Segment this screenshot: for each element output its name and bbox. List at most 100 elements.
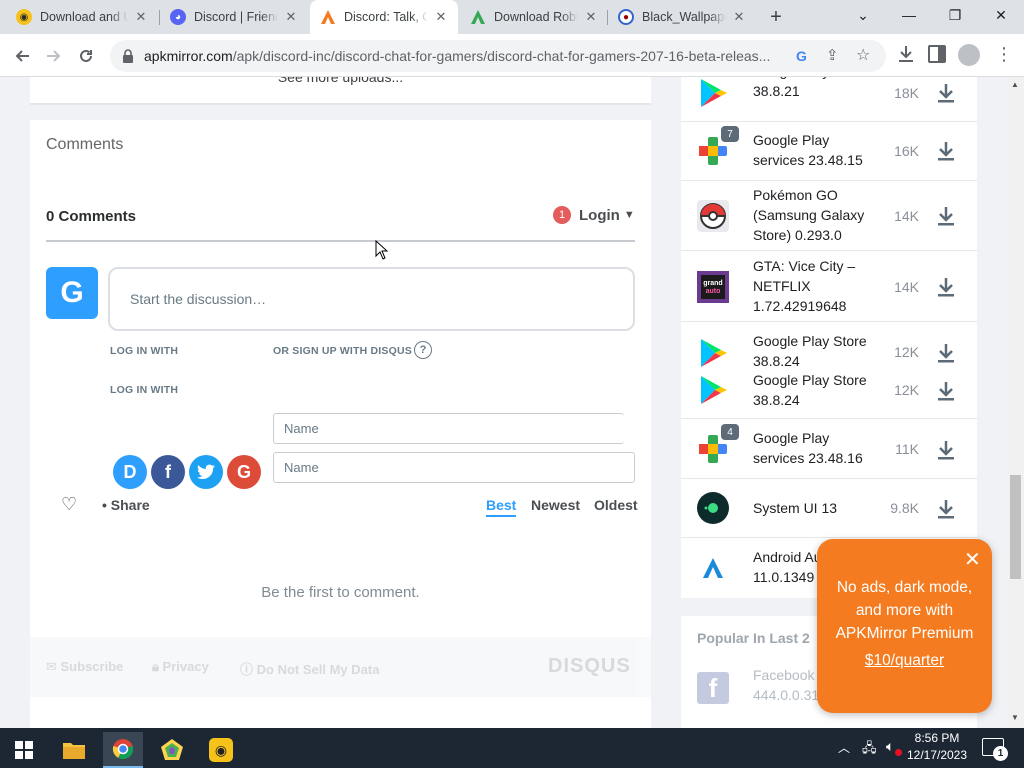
minimize-icon[interactable]: — xyxy=(886,0,932,30)
sort-newest-tab[interactable]: Newest xyxy=(531,497,580,513)
login-dropdown[interactable]: 1 Login ▼ xyxy=(553,206,635,224)
wikimedia-icon: ● xyxy=(618,9,634,25)
download-arrow-icon[interactable] xyxy=(935,498,957,520)
download-arrow-icon[interactable] xyxy=(935,205,957,227)
restore-icon[interactable]: ❐ xyxy=(932,0,978,30)
windows-taskbar: ◉ ︿ 🖧︎ 🔈︎ 8:56 PM 12/17/2023 1 xyxy=(0,728,1024,768)
side-panel-icon[interactable] xyxy=(928,45,946,63)
sort-oldest-tab[interactable]: Oldest xyxy=(594,497,638,513)
chevron-down-icon: ▼ xyxy=(623,209,635,221)
sidebar-item[interactable]: Google Play Store 38.8.24 12K xyxy=(681,372,977,419)
disqus-footer: ✉ Subscribe 🔒︎ Privacy ⓘ Do Not Sell My … xyxy=(30,637,651,697)
close-tab-icon[interactable]: ✕ xyxy=(434,9,448,25)
new-tab-icon[interactable]: + xyxy=(764,5,788,29)
twitter-login-icon[interactable] xyxy=(189,455,223,489)
address-bar[interactable]: apkmirror.com/apk/discord-inc/discord-ch… xyxy=(110,40,886,72)
download-arrow-icon[interactable] xyxy=(935,439,957,461)
promo-text: No ads, dark mode, and more with APKMirr… xyxy=(835,579,974,642)
volume-muted-icon[interactable]: 🔈︎ xyxy=(886,738,894,755)
close-tab-icon[interactable]: ✕ xyxy=(134,9,148,25)
bookmark-star-icon[interactable]: ☆ xyxy=(856,45,870,65)
scrollbar-track[interactable]: ▲ ▼ xyxy=(1007,77,1024,728)
tab-download-roblox[interactable]: Download Roblox ✕ xyxy=(460,0,608,34)
tab-ld-player[interactable]: ◉ Download and U ✕ xyxy=(6,0,158,34)
ld-player-taskbar-icon[interactable]: ◉ xyxy=(201,732,241,768)
pentagon-app-icon[interactable] xyxy=(152,732,192,768)
clock-date[interactable]: 12/17/2023 xyxy=(906,748,968,762)
comments-heading: Comments xyxy=(46,136,124,153)
close-tab-icon[interactable]: ✕ xyxy=(584,9,598,25)
sidebar-item[interactable]: System UI 13 9.8K xyxy=(681,479,977,538)
sidebar-item[interactable]: Google Play Store 38.8.21 18K xyxy=(681,77,977,122)
do-not-sell-link[interactable]: ⓘ Do Not Sell My Data xyxy=(240,659,379,678)
windows-start-icon[interactable] xyxy=(4,732,44,768)
facebook-icon: f xyxy=(697,672,729,704)
download-icon[interactable] xyxy=(896,44,918,66)
name-field-2[interactable]: Name xyxy=(273,452,635,483)
reload-icon[interactable] xyxy=(72,42,100,70)
file-explorer-icon[interactable] xyxy=(54,732,94,768)
heart-icon[interactable]: ♡ xyxy=(61,494,77,515)
close-tab-icon[interactable]: ✕ xyxy=(284,9,298,25)
ld-player-icon: ◉ xyxy=(16,9,32,25)
comment-count: 0 Comments xyxy=(46,208,137,225)
divider xyxy=(46,240,635,242)
comment-input[interactable]: Start the discussion… xyxy=(108,267,635,331)
download-arrow-icon[interactable] xyxy=(935,380,957,402)
share-button[interactable]: • Share xyxy=(102,497,150,513)
mouse-cursor-icon xyxy=(375,240,389,260)
tab-search-icon[interactable]: ⌄ xyxy=(840,0,886,30)
download-arrow-icon[interactable] xyxy=(935,276,957,298)
close-icon[interactable]: ✕ xyxy=(964,547,981,572)
url-text: apkmirror.com/apk/discord-inc/discord-ch… xyxy=(144,48,771,64)
help-icon[interactable]: ? xyxy=(414,341,432,359)
share-icon[interactable]: ⇪ xyxy=(826,46,839,64)
forward-icon[interactable] xyxy=(40,42,68,70)
scroll-down-icon[interactable]: ▼ xyxy=(1011,713,1019,722)
pokeball-icon xyxy=(697,200,729,232)
system-ui-icon xyxy=(697,492,729,524)
tab-discord-friends[interactable]: ◕ Discord | Friends ✕ xyxy=(160,0,308,34)
close-window-icon[interactable]: ✕ xyxy=(978,0,1024,30)
network-icon[interactable]: 🖧︎ xyxy=(862,739,877,761)
profile-avatar-icon[interactable] xyxy=(958,44,980,66)
sidebar-item[interactable]: Pokémon GO (Samsung Galaxy Store) 0.293.… xyxy=(681,181,977,251)
sidebar-item[interactable]: Google Play Store 38.8.24 12K xyxy=(681,322,977,372)
gta-icon: grandauto xyxy=(697,271,729,303)
chrome-icon[interactable] xyxy=(103,732,143,768)
download-arrow-icon[interactable] xyxy=(935,140,957,162)
facebook-login-icon[interactable]: f xyxy=(151,455,185,489)
tab-strip: ◉ Download and U ✕ ◕ Discord | Friends ✕… xyxy=(0,0,1024,34)
notification-count-badge: 1 xyxy=(993,746,1008,761)
android-auto-icon xyxy=(703,558,723,578)
sidebar-item[interactable]: grand auto GTA: Vice City – NETFLIX 1.72.… xyxy=(681,251,977,322)
sort-best-tab[interactable]: Best xyxy=(486,497,517,517)
show-hidden-icons[interactable]: ︿ xyxy=(838,739,850,756)
sidebar-item[interactable]: 7 Google Play services 23.48.15 16K xyxy=(681,122,977,181)
login-label: Login xyxy=(579,206,620,224)
apkmirror-icon xyxy=(320,9,336,25)
google-login-icon[interactable]: G xyxy=(227,455,261,489)
menu-kebab-icon[interactable]: ⋮ xyxy=(995,44,1013,65)
avatar: G xyxy=(46,267,98,319)
back-icon[interactable] xyxy=(8,42,36,70)
name-field-1[interactable]: Name xyxy=(273,413,624,444)
svg-text:auto: auto xyxy=(706,288,721,295)
sidebar-item[interactable]: 4 Google Play services 23.48.16 11K xyxy=(681,419,977,479)
google-lens-icon[interactable]: G xyxy=(796,48,807,64)
svg-text:grand: grand xyxy=(703,280,722,287)
scroll-up-icon[interactable]: ▲ xyxy=(1011,80,1019,89)
download-arrow-icon[interactable] xyxy=(935,82,957,104)
subscribe-link[interactable]: ✉ Subscribe xyxy=(46,659,123,675)
disqus-login-icon[interactable]: D xyxy=(113,455,147,489)
promo-price-link[interactable]: $10/quarter xyxy=(827,652,982,670)
download-arrow-icon[interactable] xyxy=(935,342,957,364)
scrollbar-thumb[interactable] xyxy=(1010,475,1021,579)
clock-time[interactable]: 8:56 PM xyxy=(906,731,968,745)
tab-apkmirror-discord[interactable]: Discord: Talk, Ch ✕ xyxy=(310,0,458,34)
see-more-uploads-link[interactable]: See more uploads... xyxy=(30,77,651,85)
google-play-icon xyxy=(701,376,727,404)
privacy-link[interactable]: 🔒︎ Privacy xyxy=(152,659,209,675)
tab-black-wallpaper[interactable]: ● Black_Wallpaper ✕ xyxy=(608,0,756,34)
close-tab-icon[interactable]: ✕ xyxy=(732,9,746,25)
